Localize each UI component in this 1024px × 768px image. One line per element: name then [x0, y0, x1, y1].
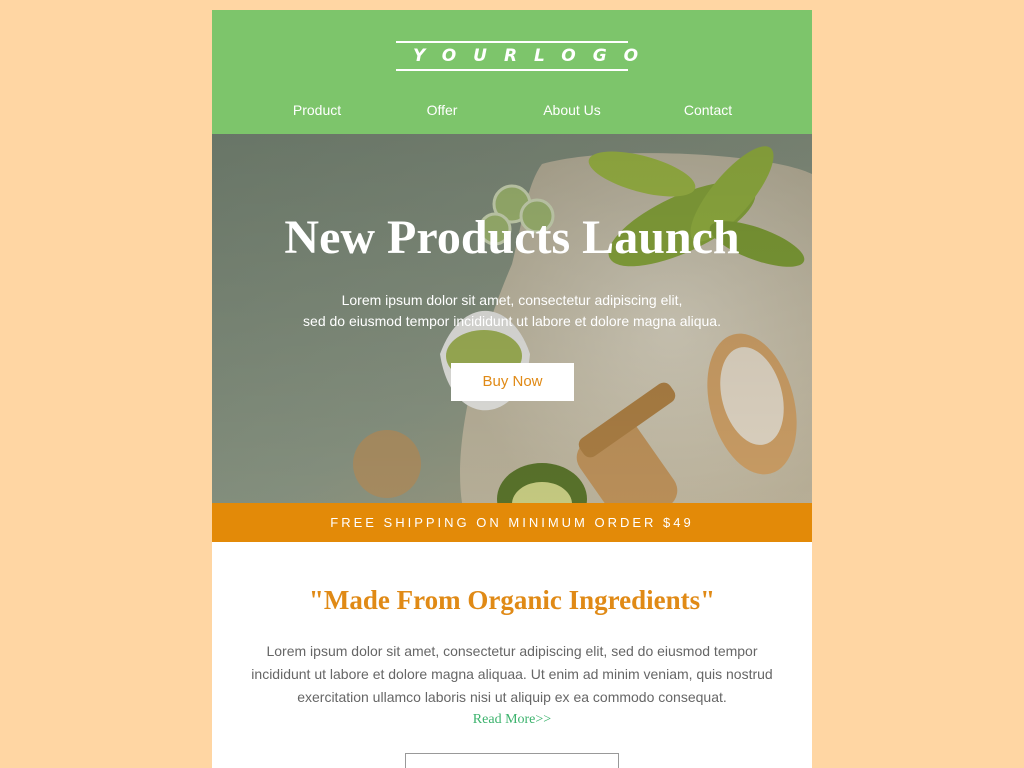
- hero-description-line: sed do eiusmod tempor incididunt ut labo…: [303, 313, 721, 329]
- nav-item-contact[interactable]: Contact: [684, 101, 732, 119]
- free-shipping-banner: FREE SHIPPING ON MINIMUM ORDER $49: [212, 503, 812, 542]
- section-description-line: incididunt ut labore et dolore magna ali…: [251, 666, 773, 682]
- logo[interactable]: YOURLOGO: [396, 41, 638, 71]
- hero-banner: New Products Launch Lorem ipsum dolor si…: [212, 134, 812, 503]
- hero-description: Lorem ipsum dolor sit amet, consectetur …: [252, 290, 772, 332]
- hero-description-line: Lorem ipsum dolor sit amet, consectetur …: [341, 292, 683, 308]
- organic-section: "Made From Organic Ingredients" Lorem ip…: [212, 542, 812, 768]
- section-description-line: exercitation ullamco laboris nisi ut ali…: [297, 689, 727, 705]
- header: YOURLOGO Product Offer About Us Contact: [212, 10, 812, 134]
- section-title: "Made From Organic Ingredients": [308, 585, 716, 615]
- email-template: YOURLOGO Product Offer About Us Contact: [212, 10, 812, 768]
- section-button[interactable]: [405, 753, 619, 768]
- nav-item-product[interactable]: Product: [293, 101, 341, 119]
- hero-title: New Products Launch: [284, 211, 740, 264]
- read-more-link[interactable]: Read More>>: [212, 711, 812, 729]
- buy-now-button[interactable]: Buy Now: [451, 363, 574, 401]
- nav-item-offer[interactable]: Offer: [427, 101, 458, 119]
- main-nav: Product Offer About Us Contact: [212, 101, 812, 121]
- section-description-line: Lorem ipsum dolor sit amet, consectetur …: [266, 643, 758, 659]
- section-description: Lorem ipsum dolor sit amet, consectetur …: [226, 640, 798, 709]
- nav-item-about-us[interactable]: About Us: [543, 101, 601, 119]
